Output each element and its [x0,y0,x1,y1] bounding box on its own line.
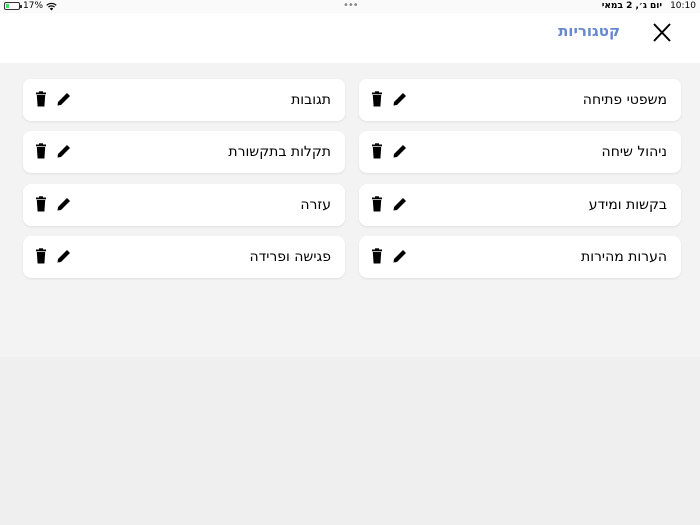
edit-icon[interactable] [392,196,408,212]
status-left: 17% [4,1,57,11]
wifi-icon [46,2,57,10]
close-icon [653,23,671,42]
date: יום ג׳, 2 במאי [601,1,663,11]
category-card[interactable]: בקשות ומידע [359,184,681,226]
trash-icon[interactable] [33,143,49,159]
category-label: משפטי פתיחה [582,92,667,108]
clock: 10:10 [670,1,696,11]
trash-icon[interactable] [369,91,385,107]
category-grid: משפטי פתיחה תגובות ניהול שיחה תקלות בתקשורת… [0,63,700,357]
category-card[interactable]: עזרה [23,184,345,226]
category-card[interactable]: תקלות בתקשורת [23,131,345,173]
trash-icon[interactable] [33,196,49,212]
edit-icon[interactable] [56,248,72,264]
battery-percent: 17% [23,1,44,11]
trash-icon[interactable] [369,248,385,264]
category-card[interactable]: ניהול שיחה [359,131,681,173]
trash-icon[interactable] [369,196,385,212]
category-label: ניהול שיחה [601,144,667,160]
edit-icon[interactable] [56,91,72,107]
page-title: קטגוריות [558,22,620,40]
edit-icon[interactable] [392,91,408,107]
trash-icon[interactable] [33,248,49,264]
close-button[interactable] [648,21,676,45]
category-label: פגישה ופרידה [249,249,331,265]
trash-icon[interactable] [369,143,385,159]
category-card[interactable]: פגישה ופרידה [23,236,345,278]
status-right: 10:10 יום ג׳, 2 במאי [602,1,696,11]
category-label: עזרה [300,197,331,213]
category-label: תקלות בתקשורת [228,144,331,160]
header: קטגוריות [0,13,700,63]
edit-icon[interactable] [56,143,72,159]
category-label: הערות מהירות [581,249,667,265]
status-bar: 17% ••• 10:10 יום ג׳, 2 במאי [0,0,700,13]
edit-icon[interactable] [56,196,72,212]
category-card[interactable]: תגובות [23,79,345,121]
category-card[interactable]: משפטי פתיחה [359,79,681,121]
trash-icon[interactable] [33,91,49,107]
edit-icon[interactable] [392,143,408,159]
edit-icon[interactable] [392,248,408,264]
category-card[interactable]: הערות מהירות [359,236,681,278]
category-label: תגובות [291,92,331,108]
multitask-indicator[interactable]: ••• [343,0,359,11]
category-label: בקשות ומידע [588,197,667,213]
battery-icon [4,2,22,10]
